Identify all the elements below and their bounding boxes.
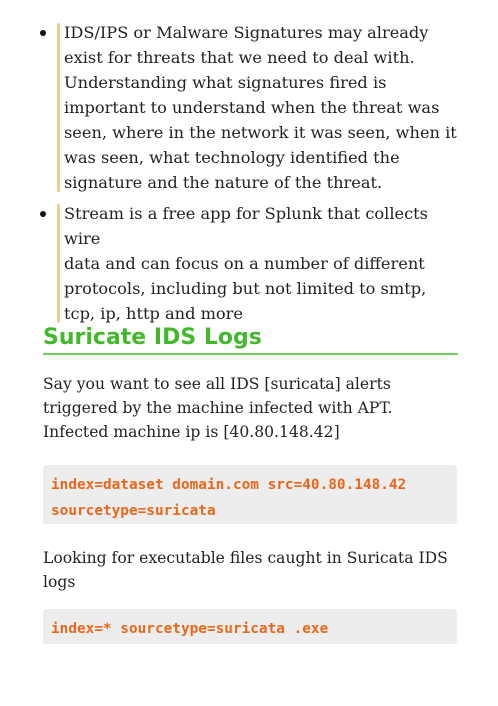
- bullet-list: IDS/IPS or Malware Signatures may alread…: [0, 20, 498, 332]
- bullet-dot-icon: [40, 211, 46, 217]
- text-line: logs: [43, 573, 76, 591]
- text-line: signature and the nature of the threat.: [64, 173, 383, 192]
- code-block: index=dataset domain.com src=40.80.148.4…: [43, 465, 457, 524]
- text-line: Understanding what signatures fired is: [64, 73, 387, 92]
- section-heading: Suricate IDS Logs: [43, 325, 262, 350]
- text-line: IDS/IPS or Malware Signatures may alread…: [64, 23, 429, 42]
- code-line: index=* sourcetype=suricata .exe: [51, 621, 329, 637]
- heading-underline: [43, 353, 458, 355]
- document-page: IDS/IPS or Malware Signatures may alread…: [0, 0, 498, 706]
- code-line: sourcetype=suricata: [51, 503, 216, 519]
- text-line: Looking for executable files caught in S…: [43, 549, 448, 567]
- text-line: seen, where in the network it was seen, …: [64, 123, 457, 142]
- text-line: exist for threats that we need to deal w…: [64, 48, 415, 67]
- text-line: data and can focus on a number of differ…: [64, 254, 425, 273]
- code-block: index=* sourcetype=suricata .exe: [43, 609, 457, 644]
- text-line: important to understand when the threat …: [64, 98, 440, 117]
- text-line: Infected machine ip is [40.80.148.42]: [43, 423, 340, 441]
- text-line: Stream is a free app for Splunk that col…: [64, 204, 428, 248]
- code-line: index=dataset domain.com src=40.80.148.4…: [51, 477, 407, 493]
- list-item: IDS/IPS or Malware Signatures may alread…: [0, 20, 498, 195]
- bullet-text: IDS/IPS or Malware Signatures may alread…: [64, 20, 466, 195]
- text-line: protocols, including but not limited to …: [64, 279, 427, 298]
- text-line: triggered by the machine infected with A…: [43, 399, 393, 417]
- list-item: Stream is a free app for Splunk that col…: [0, 201, 498, 326]
- bullet-dot-icon: [40, 30, 46, 36]
- bullet-text: Stream is a free app for Splunk that col…: [64, 201, 466, 326]
- paragraph: Looking for executable files caught in S…: [43, 546, 463, 594]
- text-line: was seen, what technology identified the: [64, 148, 400, 167]
- paragraph: Say you want to see all IDS [suricata] a…: [43, 372, 463, 444]
- highlight-bar: [57, 204, 60, 323]
- highlight-bar: [57, 23, 60, 192]
- text-line: Say you want to see all IDS [suricata] a…: [43, 375, 391, 393]
